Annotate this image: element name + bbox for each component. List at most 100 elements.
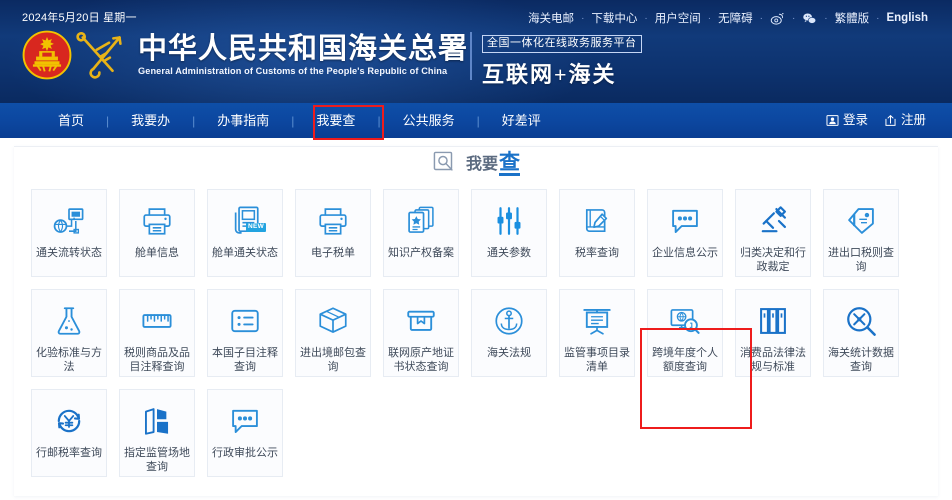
- section-title-text: 我要查: [466, 150, 520, 176]
- card-administrative-approval-disclosure[interactable]: 行政审批公示: [207, 389, 283, 477]
- printer-icon: [319, 208, 347, 235]
- card-manifest-info[interactable]: 舱单信息: [119, 189, 195, 277]
- card-label: 舱单通关状态: [212, 247, 278, 259]
- list-icon: [231, 309, 259, 333]
- wechat-icon[interactable]: [796, 11, 823, 26]
- top-link-customs-email[interactable]: 海关电邮: [522, 10, 580, 26]
- card-postal-tax-rate-query[interactable]: 行邮税率查询: [31, 389, 107, 477]
- card-label: 通关流转状态: [36, 247, 102, 259]
- wechat-icon-glyph: [803, 12, 817, 24]
- nav-item-public-service[interactable]: 公共服务: [381, 103, 477, 138]
- card-label: 消费品法律法规与标准: [740, 347, 806, 373]
- card-tax-rate-query[interactable]: 税率查询: [559, 189, 635, 277]
- card-label: 归类决定和行政裁定: [740, 247, 806, 273]
- top-utility-links: 海关电邮 · 下载中心 · 用户空间 · 无障碍 · · · 繁體版 · Eng…: [522, 10, 934, 26]
- star-certificate-icon: [408, 206, 434, 233]
- brand-name-en: General Administration of Customs of the…: [138, 66, 448, 77]
- monitor-search-icon: [670, 309, 700, 334]
- top-link-traditional-chinese[interactable]: 繁體版: [829, 10, 876, 26]
- page-root: 2024年5月20日 星期一 海关电邮 · 下载中心 · 用户空间 · 无障碍 …: [0, 0, 952, 500]
- login-button[interactable]: 登录: [826, 103, 868, 138]
- top-link-user-space[interactable]: 用户空间: [649, 10, 707, 26]
- ruler-icon: [142, 314, 172, 328]
- top-link-english[interactable]: English: [880, 12, 934, 24]
- card-label: 行政审批公示: [212, 447, 278, 459]
- card-label: 行邮税率查询: [36, 447, 102, 459]
- top-link-accessibility[interactable]: 无障碍: [712, 10, 759, 26]
- user-card-icon: [826, 115, 839, 126]
- card-consumer-goods-laws-standards[interactable]: 消费品法律法规与标准: [735, 289, 811, 377]
- nav-item-review[interactable]: 好差评: [480, 103, 563, 138]
- card-origin-certificate-status-query[interactable]: 联网原产地证书状态查询: [383, 289, 459, 377]
- card-tariff-commodity-notes-query[interactable]: 税则商品及品目注释查询: [119, 289, 195, 377]
- parcel-box-icon: [319, 307, 347, 333]
- card-enterprise-info-disclosure[interactable]: 企业信息公示: [647, 189, 723, 277]
- book-pen-icon: [585, 209, 608, 233]
- site-header: 2024年5月20日 星期一 海关电邮 · 下载中心 · 用户空间 · 无障碍 …: [0, 0, 952, 103]
- service-card-grid: 通关流转状态 舱单信息 NEW 舱单通关状态 电子税单 知识产权备案 通关参数 …: [31, 189, 921, 477]
- card-supervision-catalog-list[interactable]: 监管事项目录清单: [559, 289, 635, 377]
- card-label: 化验标准与方法: [36, 347, 102, 373]
- brand-text: 中华人民共和国海关总署 General Administration of Cu…: [138, 32, 469, 77]
- card-manifest-clearance-status[interactable]: NEW 舱单通关状态: [207, 189, 283, 277]
- card-customs-regulations[interactable]: 海关法规: [471, 289, 547, 377]
- presentation-board-icon: [583, 309, 611, 335]
- national-emblem-icon: [22, 30, 72, 80]
- card-import-export-tariff-query[interactable]: 进出口税则查询: [823, 189, 899, 277]
- anchor-circle-icon: [495, 307, 523, 335]
- upload-box-icon: [885, 115, 896, 126]
- network-monitor-icon: [53, 208, 84, 234]
- card-electronic-tax-bill[interactable]: 电子税单: [295, 189, 371, 277]
- speech-bubble-dots-icon: [672, 209, 698, 233]
- card-label: 企业信息公示: [652, 247, 718, 259]
- sliders-icon: [497, 207, 521, 235]
- section-title-main: 查: [499, 150, 520, 176]
- register-label: 注册: [900, 113, 926, 127]
- card-cross-border-annual-quota-query[interactable]: 跨境年度个人额度查询: [647, 289, 723, 377]
- card-classification-ruling[interactable]: 归类决定和行政裁定: [735, 189, 811, 277]
- tax-tag-icon: [848, 208, 874, 234]
- brand-name-cn: 中华人民共和国海关总署: [138, 32, 469, 65]
- card-clearance-parameters[interactable]: 通关参数: [471, 189, 547, 277]
- auth-links: 登录 注册: [826, 103, 926, 138]
- card-designated-supervision-site-query[interactable]: 指定监管场地查询: [119, 389, 195, 477]
- register-button[interactable]: 注册: [884, 103, 926, 138]
- flask-icon: [57, 307, 81, 335]
- card-customs-clearance-status[interactable]: 通关流转状态: [31, 189, 107, 277]
- header-divider: [470, 32, 472, 80]
- yuan-refresh-icon: [57, 409, 81, 433]
- site-map-icon: [145, 408, 169, 435]
- top-link-download-center[interactable]: 下载中心: [585, 10, 643, 26]
- card-ip-registration[interactable]: 知识产权备案: [383, 189, 459, 277]
- printer-icon: [143, 208, 171, 235]
- nav-item-home[interactable]: 首页: [36, 103, 106, 138]
- new-badge: NEW: [246, 223, 267, 232]
- card-label: 联网原产地证书状态查询: [388, 347, 454, 373]
- speech-bubble-dots-icon: [232, 409, 258, 433]
- nav-item-service-guide[interactable]: 办事指南: [195, 103, 291, 138]
- weibo-icon[interactable]: [764, 11, 791, 26]
- current-date: 2024年5月20日 星期一: [22, 12, 137, 24]
- nav-item-i-want-to-handle[interactable]: 我要办: [109, 103, 192, 138]
- platform-block: 全国一体化在线政务服务平台 互联网+海关: [482, 33, 642, 89]
- section-title-prefix: 我要: [465, 156, 498, 174]
- card-label: 舱单信息: [135, 247, 179, 259]
- weibo-icon-glyph: [770, 12, 784, 25]
- platform-tagline: 全国一体化在线政务服务平台: [482, 35, 642, 53]
- card-label: 通关参数: [487, 247, 531, 259]
- archive-box-icon: [407, 310, 435, 331]
- section-title: 我要查: [14, 150, 938, 176]
- card-inbound-outbound-parcel-query[interactable]: 进出境邮包查询: [295, 289, 371, 377]
- card-label: 税则商品及品目注释查询: [124, 347, 190, 373]
- nav-item-i-want-to-query[interactable]: 我要查: [294, 103, 377, 138]
- card-label: 税率查询: [575, 247, 619, 259]
- gavel-icon: [761, 206, 787, 233]
- platform-title: 互联网+海关: [482, 61, 617, 87]
- card-customs-statistics-query[interactable]: 海关统计数据查询: [823, 289, 899, 377]
- brand-block[interactable]: 中华人民共和国海关总署 General Administration of Cu…: [22, 30, 468, 80]
- card-national-subheading-notes-query[interactable]: 本国子目注释查询: [207, 289, 283, 377]
- card-label: 跨境年度个人额度查询: [652, 347, 718, 373]
- main-navigation: 首页 | 我要办 | 办事指南 | 我要查 | 公共服务 | 好差评 登录 注册: [0, 103, 952, 140]
- card-lab-standards-methods[interactable]: 化验标准与方法: [31, 289, 107, 377]
- card-label: 海关法规: [487, 347, 531, 359]
